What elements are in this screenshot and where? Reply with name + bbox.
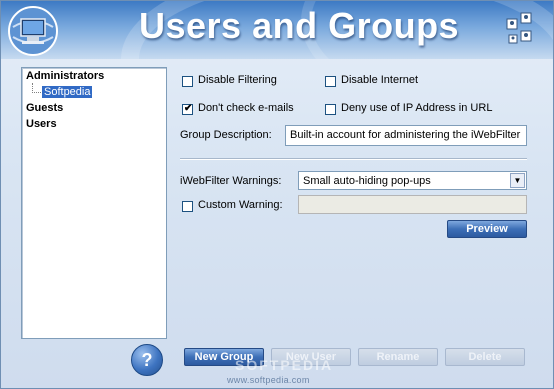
header-banner: Users and Groups xyxy=(1,1,553,59)
warnings-label: iWebFilter Warnings: xyxy=(180,175,282,187)
check-icon: ✔ xyxy=(184,103,193,114)
custom-warning-label[interactable]: Custom Warning: xyxy=(198,199,283,211)
page-title: Users and Groups xyxy=(139,5,460,46)
disable-filtering-checkbox[interactable] xyxy=(182,76,193,87)
dont-check-emails-checkbox[interactable]: ✔ xyxy=(182,103,193,115)
custom-warning-input xyxy=(298,195,527,214)
delete-button: Delete xyxy=(445,348,525,366)
custom-warning-checkbox[interactable] xyxy=(182,201,193,212)
warnings-select-value: Small auto-hiding pop-ups xyxy=(303,175,431,187)
group-description-label: Group Description: xyxy=(180,129,272,141)
disable-filtering-label[interactable]: Disable Filtering xyxy=(198,74,277,86)
rename-button: Rename xyxy=(358,348,438,366)
users-and-groups-window: Users and Groups Administrators Softpedi… xyxy=(0,0,554,389)
group-description-input[interactable]: Built-in account for administering the i… xyxy=(285,125,527,146)
users-grid-icon xyxy=(506,12,532,44)
tree-item-administrators[interactable]: Administrators xyxy=(26,70,104,82)
deny-ip-checkbox[interactable] xyxy=(325,104,336,115)
help-button[interactable]: ? xyxy=(131,344,163,376)
computer-globe-icon xyxy=(8,6,58,56)
groups-tree[interactable]: Administrators Softpedia Guests Users xyxy=(21,67,167,339)
softpedia-watermark: SOFTPEDIA xyxy=(235,357,334,373)
dont-check-emails-label[interactable]: Don't check e-mails xyxy=(198,102,294,114)
tree-item-users[interactable]: Users xyxy=(26,118,57,130)
warnings-select[interactable]: Small auto-hiding pop-ups ▼ xyxy=(298,171,527,190)
help-icon: ? xyxy=(141,349,153,370)
group-settings-panel: Disable Filtering Disable Internet ✔ Don… xyxy=(177,67,533,339)
preview-button[interactable]: Preview xyxy=(447,220,527,238)
disable-internet-checkbox[interactable] xyxy=(325,76,336,87)
tree-item-softpedia[interactable]: Softpedia xyxy=(42,86,93,98)
disable-internet-label[interactable]: Disable Internet xyxy=(341,74,418,86)
tree-item-guests[interactable]: Guests xyxy=(26,102,63,114)
dropdown-arrow-icon[interactable]: ▼ xyxy=(510,173,525,188)
softpedia-url-watermark: www.softpedia.com xyxy=(227,375,310,385)
separator xyxy=(180,158,527,160)
deny-ip-label[interactable]: Deny use of IP Address in URL xyxy=(341,102,492,114)
